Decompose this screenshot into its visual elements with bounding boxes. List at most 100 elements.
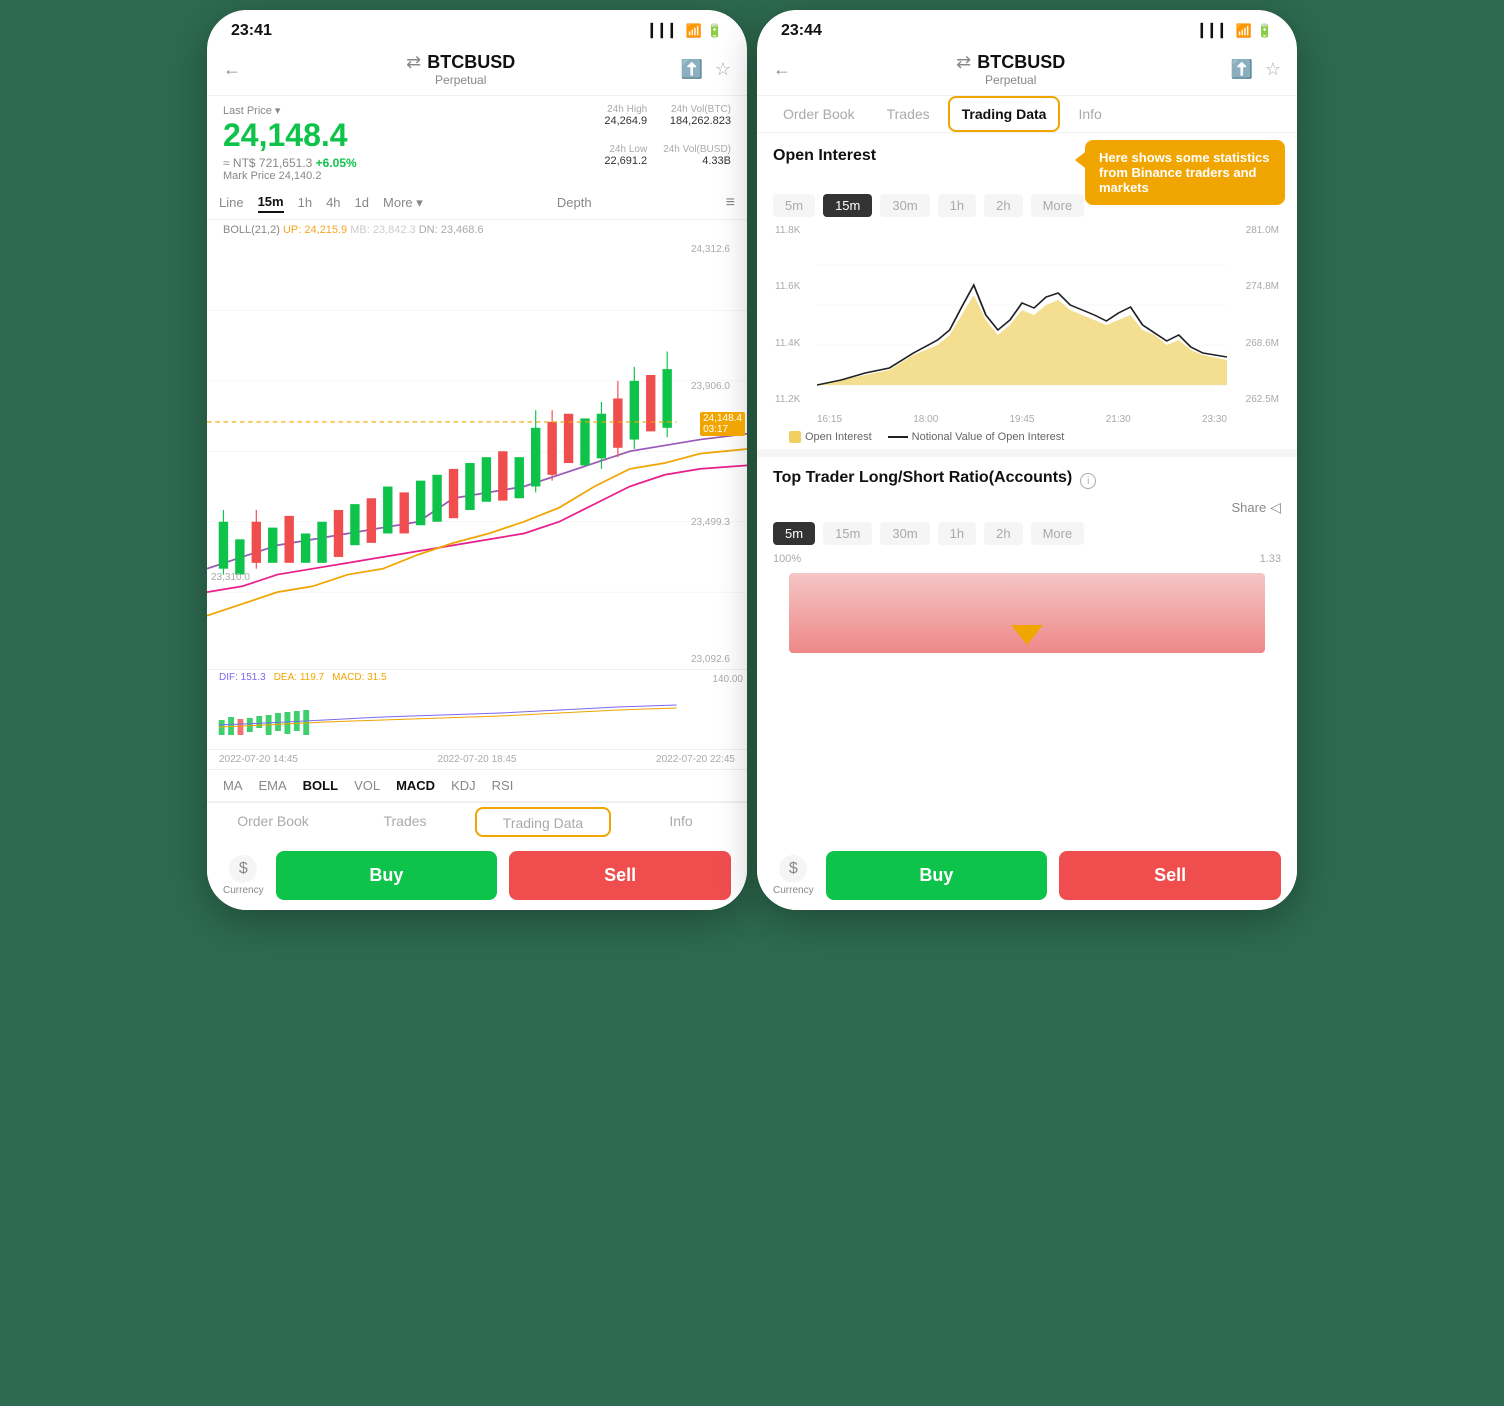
sell-button-right[interactable]: Sell — [1059, 851, 1281, 900]
depth-btn[interactable]: Depth — [557, 195, 592, 210]
tab-info[interactable]: Info — [1064, 96, 1115, 132]
ind-tab-macd[interactable]: MACD — [396, 778, 435, 793]
nav-trading-data[interactable]: Trading Data — [475, 807, 611, 837]
pill-15m-1[interactable]: 15m — [823, 194, 872, 217]
ind-tab-ma[interactable]: MA — [223, 778, 243, 793]
indicator-tabs: MA EMA BOLL VOL MACD KDJ RSI — [207, 769, 747, 802]
share-icon-2[interactable]: ◁ — [1270, 499, 1281, 516]
time-right: 23:44 — [781, 22, 822, 40]
tab-1h[interactable]: 1h — [298, 193, 312, 212]
buy-button-right[interactable]: Buy — [826, 851, 1048, 900]
pair-name-right: BTCBUSD — [977, 52, 1065, 73]
status-bar-right: 23:44 ▎▎▎ 📶 🔋 — [757, 10, 1297, 44]
star-icon-left[interactable]: ☆ — [715, 59, 731, 80]
ind-tab-kdj[interactable]: KDJ — [451, 778, 476, 793]
boll-indicator: BOLL(21,2) UP: 24,215.9 MB: 23,842.3 DN:… — [207, 220, 747, 240]
tab-trades[interactable]: Trades — [873, 96, 944, 132]
ind-tab-rsi[interactable]: RSI — [492, 778, 514, 793]
current-price-label: 24,148.4 03:17 — [700, 412, 745, 436]
price-23310: 23,310.0 — [211, 572, 250, 583]
macd-right-val: 140.00 — [712, 674, 743, 685]
pill-5m-2[interactable]: 5m — [773, 522, 815, 545]
bottom-nav-left: Order Book Trades Trading Data Info — [207, 802, 747, 841]
legend-oi-color — [789, 431, 801, 443]
share-row-2: Share ◁ — [773, 499, 1281, 516]
back-button-left[interactable]: ← — [223, 59, 241, 80]
pill-30m-2[interactable]: 30m — [880, 522, 929, 545]
section-divider-1 — [757, 449, 1297, 457]
legend-open-interest: Open Interest — [789, 431, 872, 443]
y-axis-right: 24,312.6 23,906.0 23,499.3 23,092.6 — [691, 240, 745, 669]
ind-tab-boll[interactable]: BOLL — [303, 778, 338, 793]
battery-icon: 🔋 — [707, 23, 723, 39]
tab-15m[interactable]: 15m — [258, 192, 284, 213]
time-left: 23:41 — [231, 22, 272, 40]
legend-notional: Notional Value of Open Interest — [888, 431, 1065, 443]
section2-header: Top Trader Long/Short Ratio(Accounts) i — [773, 469, 1281, 493]
status-bar-left: 23:41 ▎▎▎ 📶 🔋 — [207, 10, 747, 44]
sell-button-left[interactable]: Sell — [509, 851, 731, 900]
buy-button-left[interactable]: Buy — [276, 851, 498, 900]
macd-svg — [207, 685, 747, 745]
last-price-label: Last Price ▾ — [223, 104, 579, 117]
arrow-indicator — [1011, 625, 1043, 650]
header-nav-right: ← ⇄ BTCBUSD Perpetual ⬆️ ☆ — [757, 44, 1297, 96]
header-title-left: ⇄ BTCBUSD Perpetual — [406, 52, 515, 87]
tab-1d[interactable]: 1d — [355, 193, 369, 212]
pill-more-2[interactable]: More — [1031, 522, 1085, 545]
open-interest-chart: 11.8K 11.6K 11.4K 11.2K 281.0M 274.8M 26… — [773, 225, 1281, 425]
currency-icon-right: $ — [779, 855, 807, 883]
ind-tab-vol[interactable]: VOL — [354, 778, 380, 793]
wifi-icon-r: 📶 — [1236, 23, 1252, 39]
stat-24h-vol-busd: 24h Vol(BUSD) 4.33B — [663, 144, 731, 167]
signal-icon-r: ▎▎▎ — [1201, 23, 1231, 39]
oi-chart-inner — [817, 225, 1227, 405]
pair-type-right: Perpetual — [985, 73, 1036, 87]
pill-more-1[interactable]: More — [1031, 194, 1085, 217]
currency-icon-left: $ — [229, 855, 257, 883]
ind-tab-ema[interactable]: EMA — [259, 778, 287, 793]
export-icon-right[interactable]: ⬆️ — [1230, 59, 1252, 80]
filter-icon[interactable]: ≡ — [726, 194, 735, 212]
time-axis: 2022-07-20 14:45 2022-07-20 18:45 2022-0… — [207, 749, 747, 769]
pill-2h-2[interactable]: 2h — [984, 522, 1022, 545]
pill-5m-1[interactable]: 5m — [773, 194, 815, 217]
nav-order-book[interactable]: Order Book — [207, 803, 339, 841]
pill-2h-1[interactable]: 2h — [984, 194, 1022, 217]
right-phone: 23:44 ▎▎▎ 📶 🔋 ← ⇄ BTCBUSD Perpetual ⬆️ ☆… — [757, 10, 1297, 910]
pill-30m-1[interactable]: 30m — [880, 194, 929, 217]
header-nav-left: ← ⇄ BTCBUSD Perpetual ⬆️ ☆ — [207, 44, 747, 96]
tab-order-book[interactable]: Order Book — [769, 96, 869, 132]
currency-button-right[interactable]: $ Currency — [773, 851, 814, 900]
stat-24h-high: 24h High 24,264.9 — [579, 104, 647, 127]
pair-type-left: Perpetual — [435, 73, 486, 87]
info-icon[interactable]: i — [1080, 473, 1096, 489]
back-button-right[interactable]: ← — [773, 59, 791, 80]
more-chart-btn[interactable]: More ▾ — [383, 195, 423, 211]
export-icon-left[interactable]: ⬆️ — [680, 59, 702, 80]
stat-24h-vol-btc: 24h Vol(BTC) 184,262.823 — [663, 104, 731, 127]
nav-trades[interactable]: Trades — [339, 803, 471, 841]
ls-ratio-title: Top Trader Long/Short Ratio(Accounts) — [773, 469, 1072, 487]
nav-info[interactable]: Info — [615, 803, 747, 841]
header-title-right: ⇄ BTCBUSD Perpetual — [956, 52, 1065, 87]
header-icons-right: ⬆️ ☆ — [1230, 59, 1281, 80]
pill-1h-1[interactable]: 1h — [938, 194, 976, 217]
price-sub: ≈ NT$ 721,651.3 +6.05% — [223, 156, 579, 170]
spacer — [757, 661, 1297, 841]
signal-icon: ▎▎▎ — [651, 23, 681, 39]
status-icons-right: ▎▎▎ 📶 🔋 — [1201, 23, 1273, 39]
pill-15m-2[interactable]: 15m — [823, 522, 872, 545]
ls-labels: 100% 1.33 — [773, 553, 1281, 565]
star-icon-right[interactable]: ☆ — [1265, 59, 1281, 80]
action-buttons-right: $ Currency Buy Sell — [757, 841, 1297, 910]
price-right: 24h High 24,264.9 24h Vol(BTC) 184,262.8… — [579, 104, 731, 182]
tab-line[interactable]: Line — [219, 193, 244, 212]
time-pills-2: 5m 15m 30m 1h 2h More — [773, 522, 1281, 545]
pair-name-left: BTCBUSD — [427, 52, 515, 73]
currency-button-left[interactable]: $ Currency — [223, 851, 264, 900]
pill-1h-2[interactable]: 1h — [938, 522, 976, 545]
tab-4h[interactable]: 4h — [326, 193, 340, 212]
action-buttons-left: $ Currency Buy Sell — [207, 841, 747, 910]
tab-trading-data[interactable]: Trading Data — [948, 96, 1061, 132]
